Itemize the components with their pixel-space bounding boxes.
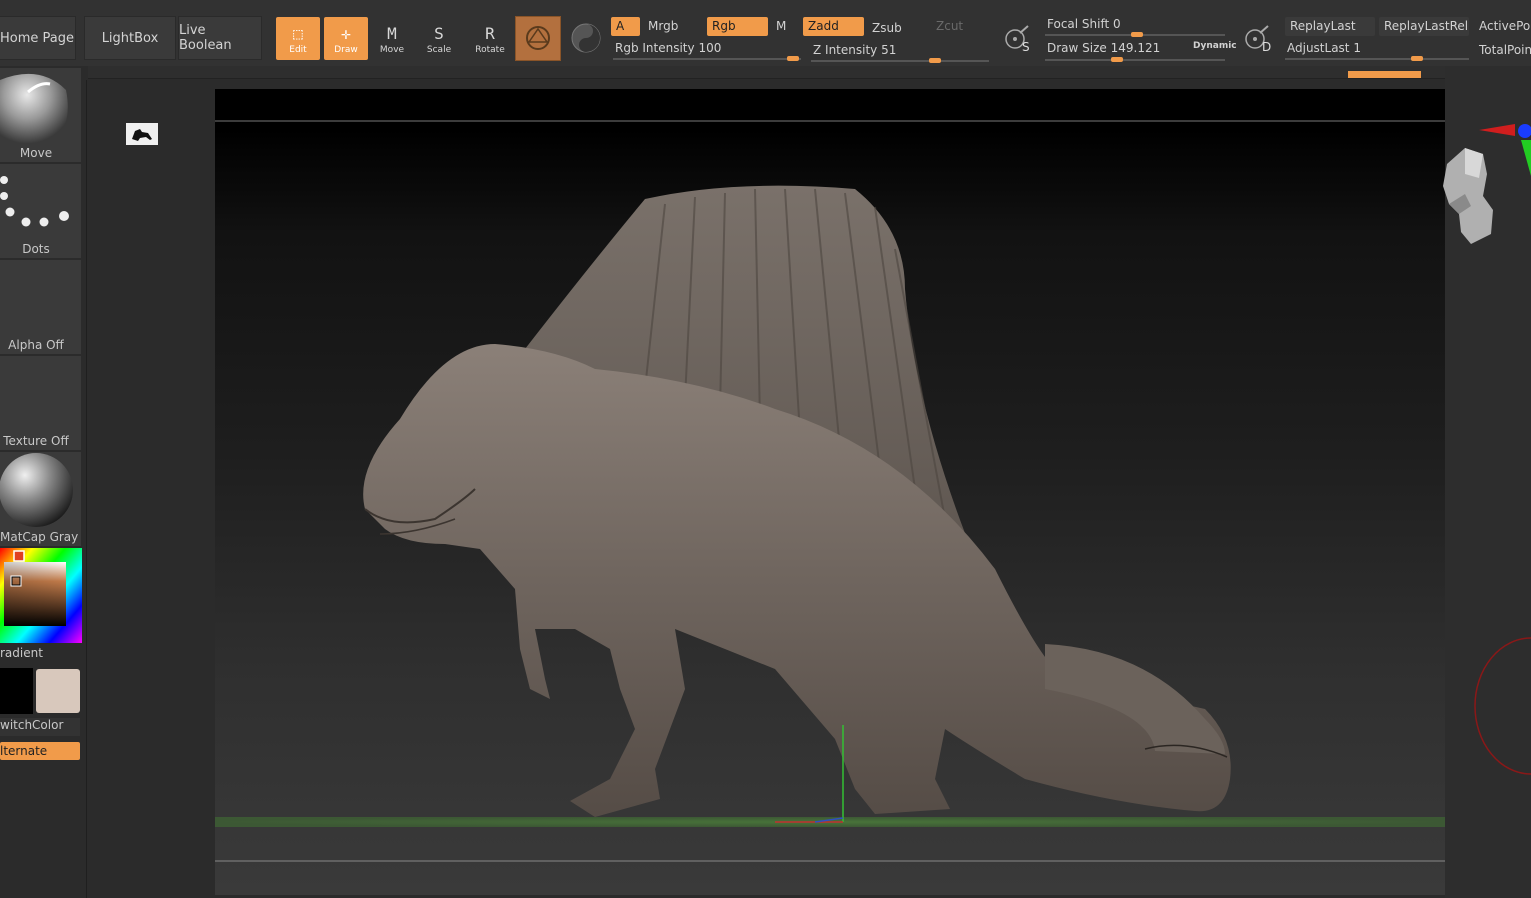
material-selector[interactable]: MatCap Gray [0,452,81,546]
scale-mode-button[interactable]: S Scale [417,17,461,60]
top-toolbar: Home Page LightBox Live Boolean ⬚ Edit ✛… [0,0,1531,66]
material-sphere-button[interactable] [515,16,561,61]
draw-icon: ✛ [341,24,351,43]
z-intensity-handle[interactable] [929,58,941,63]
lasso-selection-icon [1474,637,1531,775]
rgb-toggle[interactable]: Rgb [707,17,768,36]
brush-selector[interactable]: Move [0,68,81,162]
brush-name-label: Move [19,146,53,160]
live-boolean-button[interactable]: Live Boolean [178,16,262,60]
dynamic-toggle[interactable]: Dynamic [1193,41,1237,51]
alternate-toggle[interactable]: lternate [0,742,80,760]
home-page-button[interactable]: Home Page [0,16,76,60]
sphere-outline-icon [526,26,550,50]
right-shelf [1443,66,1531,898]
mrgb-toggle[interactable]: Mrgb [643,17,705,36]
lazy-mouse-s-button[interactable]: S [1000,22,1036,56]
scale-mode-label: Scale [426,45,452,55]
secondary-color-swatch[interactable] [36,669,80,713]
z-intensity-track[interactable] [811,60,989,62]
z-intensity-slider-label: Z Intensity 51 [813,43,897,57]
edit-icon: ⬚ [293,24,303,43]
shelf-divider [86,80,87,898]
d-button[interactable]: D [1240,22,1276,56]
undo-history-indicator[interactable] [1348,71,1421,78]
active-points-label: ActivePoi [1479,19,1531,33]
scale-icon: S [434,24,444,43]
switch-color-button[interactable]: witchColor [0,718,80,736]
material-name-label: MatCap Gray [0,530,79,544]
rgb-intensity-track[interactable] [613,58,801,60]
s-label: S [1022,40,1030,54]
toolbar-separator [88,66,1531,79]
texture-selector[interactable]: Texture Off [0,356,81,450]
focal-shift-handle[interactable] [1131,32,1143,37]
total-points-label: TotalPoin [1479,43,1531,57]
left-shelf: Move Dots Alpha Off Texture Off MatCap G… [0,66,84,898]
replay-last-button[interactable]: ReplayLast [1285,17,1375,36]
move-mode-button[interactable]: M Move [370,17,414,60]
adjust-last-slider-label: AdjustLast 1 [1287,41,1361,55]
lightbox-button[interactable]: LightBox [84,16,176,60]
replay-last-rel-button[interactable]: ReplayLastRel [1379,17,1469,36]
document-canvas[interactable] [215,89,1445,895]
orientation-head-icon[interactable] [1435,144,1505,254]
color-wheel-icon [0,548,82,643]
alpha-selector[interactable]: Alpha Off [0,260,81,354]
rgb-intensity-slider-label: Rgb Intensity 100 [615,41,722,55]
yin-sphere-icon [571,23,601,53]
draw-mode-label: Draw [334,45,358,55]
color-picker[interactable] [0,548,82,643]
adjust-last-handle[interactable] [1411,56,1423,61]
edit-mode-button[interactable]: ⬚ Edit [276,17,320,60]
stroke-selector[interactable]: Dots [0,164,81,258]
draw-mode-button[interactable]: ✛ Draw [324,17,368,60]
alpha-name-label: Alpha Off [8,338,64,352]
move-mode-label: Move [379,45,405,55]
zsub-toggle[interactable]: Zsub [867,19,925,38]
rotate-mode-label: Rotate [475,45,505,55]
rotate-icon: R [485,24,495,43]
main-color-swatch[interactable] [0,668,33,714]
move-icon: M [387,24,397,43]
m-toggle[interactable]: M [771,17,797,36]
draw-size-slider-label: Draw Size 149.121 [1047,41,1161,55]
adjust-last-track[interactable] [1285,58,1469,60]
rgb-intensity-handle[interactable] [787,56,799,61]
spinosaurus-sculpt [215,120,1445,862]
zadd-toggle[interactable]: Zadd [803,17,864,36]
focal-shift-slider-label: Focal Shift 0 [1047,17,1121,31]
d-label: D [1262,40,1272,54]
subtool-thumbnail[interactable] [126,123,158,145]
stroke-name-label: Dots [22,242,50,256]
dots-stroke-icon [0,176,69,227]
zcut-toggle[interactable]: Zcut [931,17,981,36]
texture-name-label: Texture Off [3,434,69,448]
a-channel-toggle[interactable]: A [611,17,640,36]
draw-size-handle[interactable] [1111,57,1123,62]
edit-mode-label: Edit [289,45,307,55]
gradient-toggle[interactable]: radient [0,646,80,663]
polyframe-toggle[interactable] [570,22,602,54]
rotate-mode-button[interactable]: R Rotate [468,17,512,60]
draw-size-track[interactable] [1045,59,1225,61]
move-brush-icon [0,73,68,144]
matcap-sphere-icon [0,453,73,527]
dinosaur-thumbnail-icon [132,129,152,141]
